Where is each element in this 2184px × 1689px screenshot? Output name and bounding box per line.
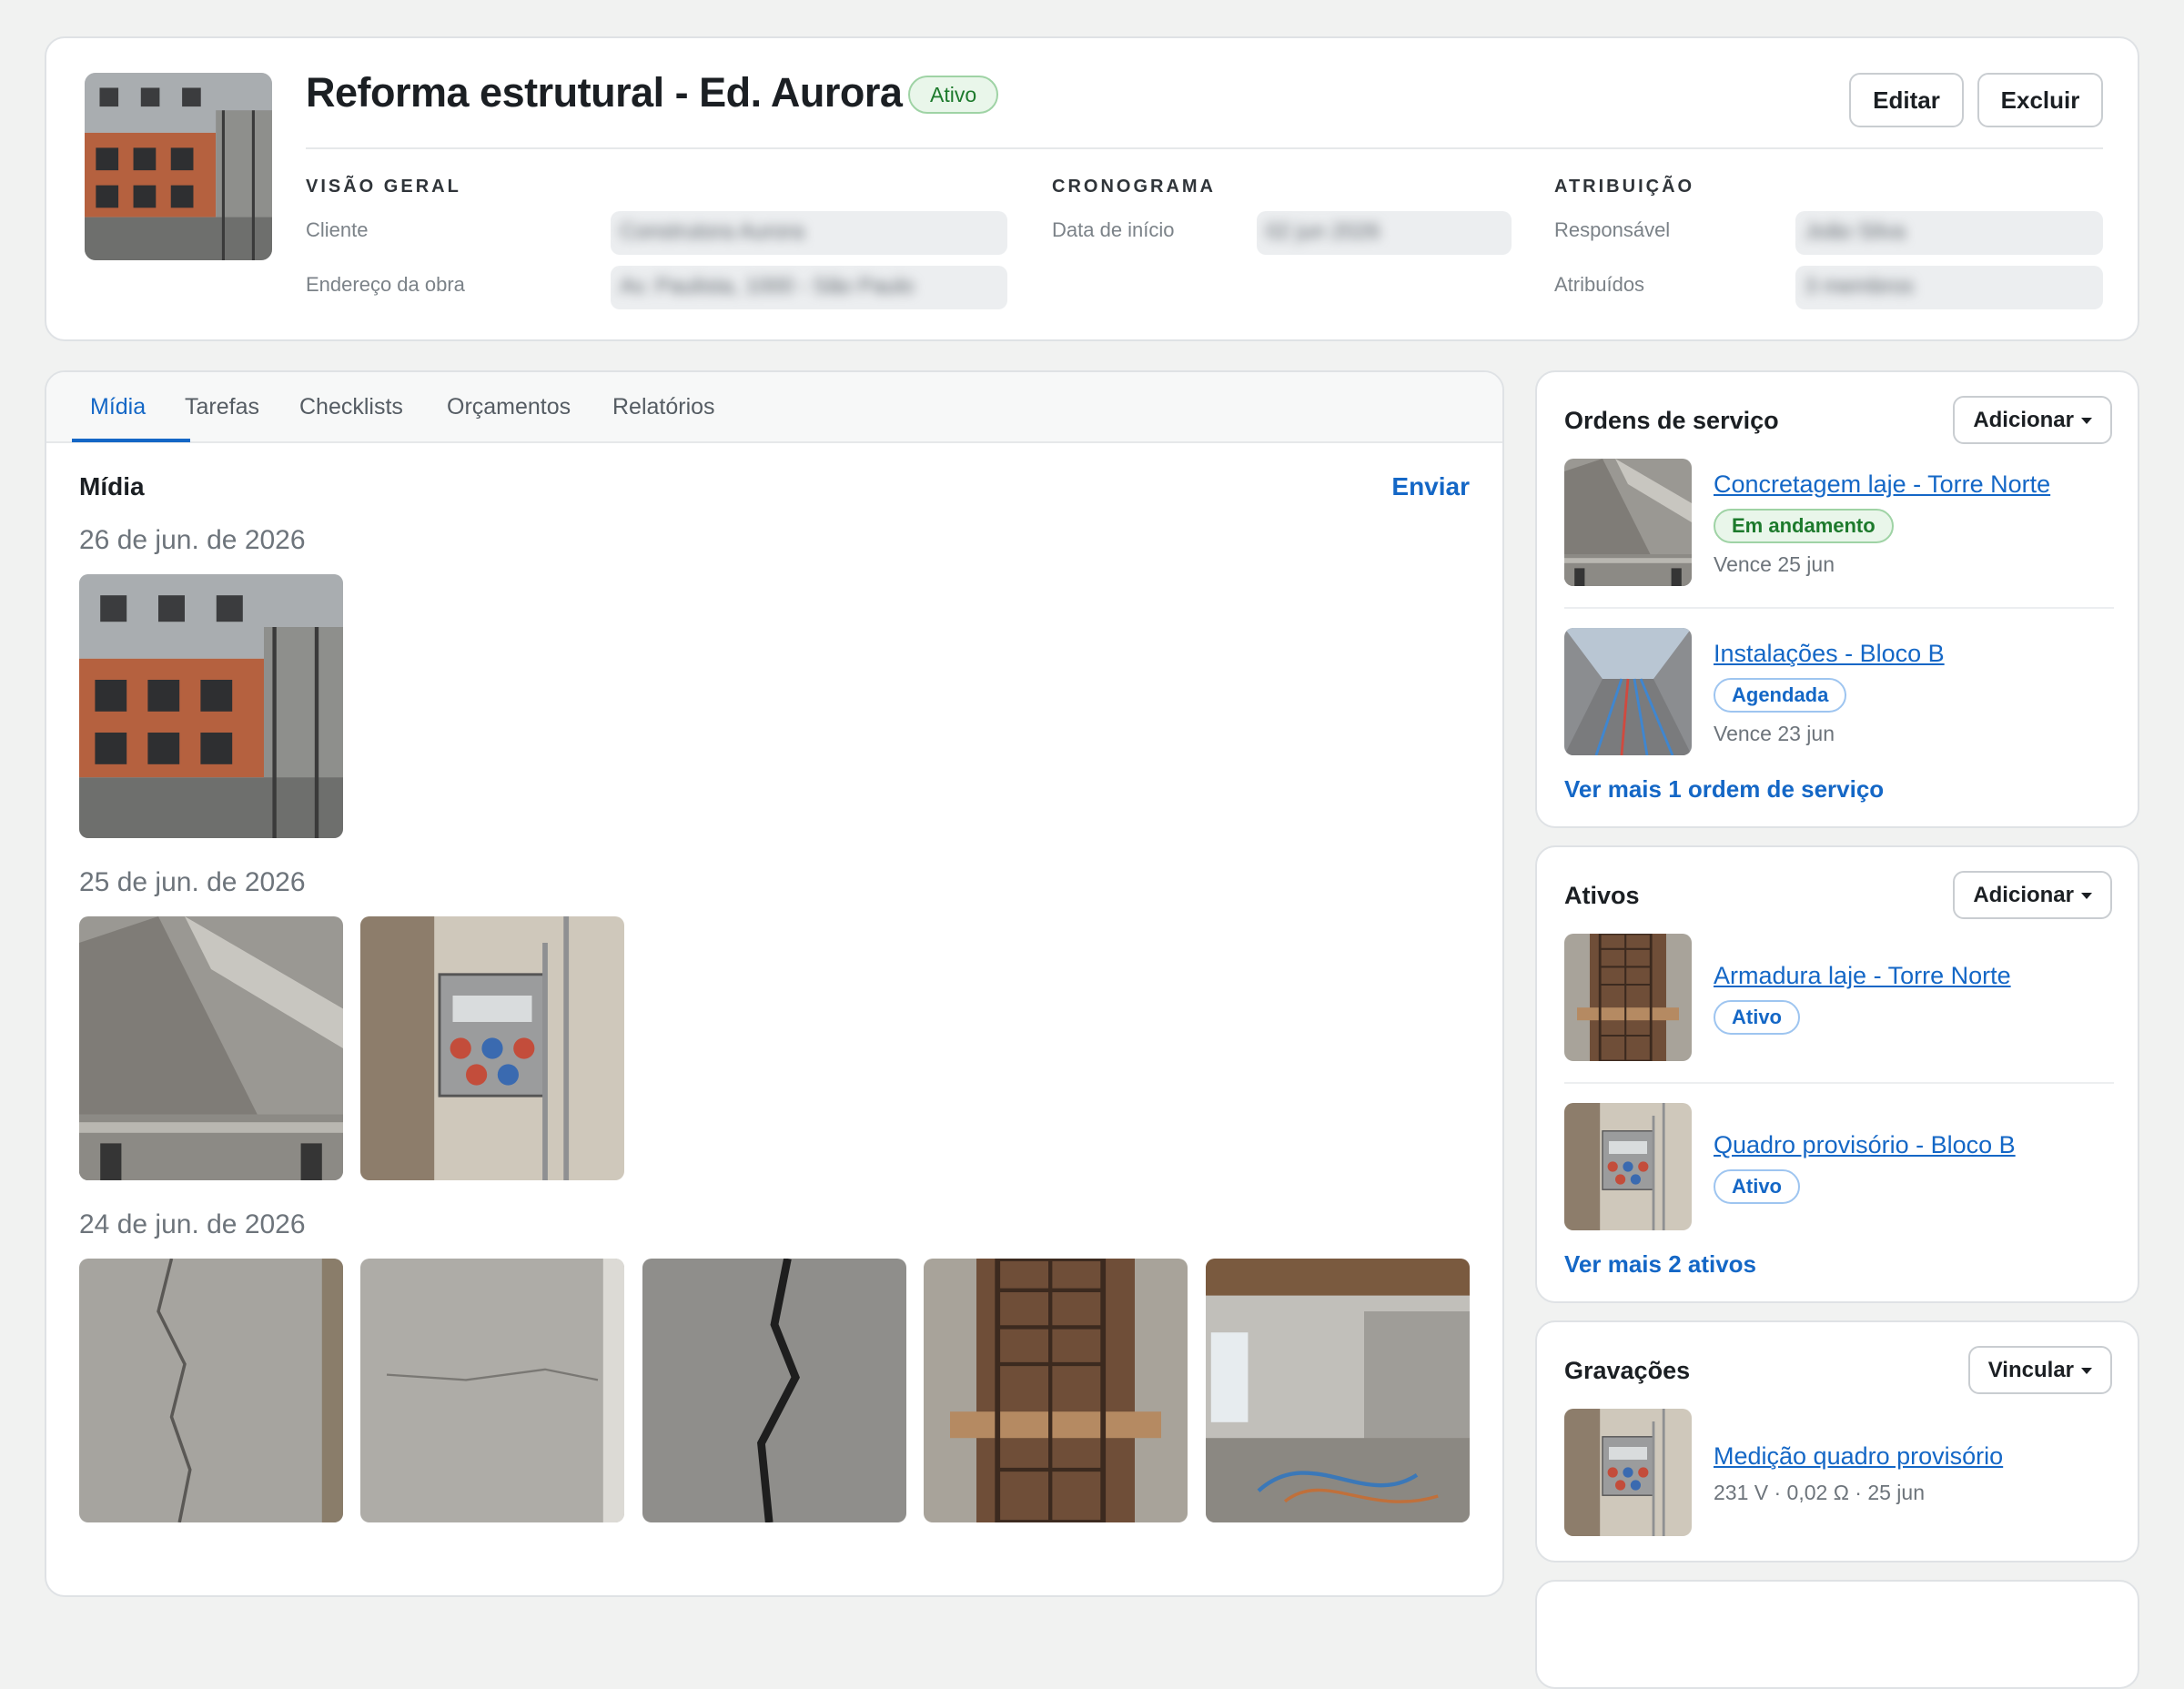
media-photo[interactable] — [360, 916, 624, 1180]
recording-link[interactable]: Medição quadro provisório — [1714, 1442, 2003, 1471]
client-value: Construtora Aurora — [611, 211, 1007, 255]
see-more-assets-link[interactable]: Ver mais 2 ativos — [1564, 1250, 1756, 1279]
upload-link[interactable]: Enviar — [1391, 472, 1470, 501]
recording-meta: 231 V · 0,02 Ω · 25 jun — [1714, 1481, 1925, 1504]
status-badge: Ativo — [1714, 1000, 1800, 1035]
service-order-thumbnail[interactable] — [1564, 628, 1692, 755]
project-thumbnail[interactable] — [85, 73, 272, 260]
see-more-service-orders-link[interactable]: Ver mais 1 ordem de serviço — [1564, 775, 1884, 804]
recordings-card: Gravações Vincular Medição quadro provis… — [1535, 1320, 2139, 1563]
asset-link[interactable]: Armadura laje - Torre Norte — [1714, 962, 2011, 990]
active-tab-indicator — [72, 439, 190, 442]
chevron-down-icon — [2081, 418, 2092, 425]
media-date-heading: 26 de jun. de 2026 — [79, 525, 306, 555]
assignment-heading: ATRIBUIÇÃO — [1554, 177, 1695, 197]
service-order-link[interactable]: Concretagem laje - Torre Norte — [1714, 470, 2050, 499]
overview-heading: VISÃO GERAL — [306, 177, 461, 197]
due-date: Vence 23 jun — [1714, 722, 1835, 745]
client-label: Cliente — [306, 218, 369, 241]
delete-button[interactable]: Excluir — [1977, 73, 2103, 127]
media-photo[interactable] — [79, 1259, 343, 1522]
chevron-down-icon — [2081, 1368, 2092, 1375]
status-badge: Agendada — [1714, 678, 1847, 713]
service-order-link[interactable]: Instalações - Bloco B — [1714, 640, 1945, 668]
assets-title: Ativos — [1564, 882, 1640, 909]
divider — [1564, 1082, 2114, 1084]
media-photo[interactable] — [1206, 1259, 1470, 1522]
media-date-heading: 25 de jun. de 2026 — [79, 867, 306, 897]
service-orders-card: Ordens de serviço Adicionar Concretagem … — [1535, 370, 2139, 828]
media-panel: Mídia Tarefas Checklists Orçamentos Rela… — [45, 370, 1504, 1597]
schedule-heading: CRONOGRAMA — [1052, 177, 1216, 197]
assignees-value: 3 membros — [1795, 266, 2103, 309]
media-photo[interactable] — [79, 916, 343, 1180]
status-badge: Em andamento — [1714, 509, 1894, 543]
asset-thumbnail[interactable] — [1564, 1103, 1692, 1230]
edit-button[interactable]: Editar — [1849, 73, 1964, 127]
asset-link[interactable]: Quadro provisório - Bloco B — [1714, 1131, 2016, 1159]
next-card — [1535, 1580, 2139, 1689]
divider — [306, 147, 2103, 149]
address-value: Av. Paulista, 1000 - São Paulo — [611, 266, 1007, 309]
tab-tarefas[interactable]: Tarefas — [185, 394, 259, 420]
start-date-label: Data de início — [1052, 218, 1175, 241]
project-header-card: Reforma estrutural - Ed. Aurora Ativo Ed… — [45, 36, 2139, 341]
add-service-order-button[interactable]: Adicionar — [1953, 396, 2112, 444]
status-badge: Ativo — [908, 76, 999, 114]
recordings-title: Gravações — [1564, 1357, 1691, 1384]
media-date-heading: 24 de jun. de 2026 — [79, 1209, 306, 1239]
assignees-label: Atribuídos — [1554, 273, 1645, 296]
media-section-title: Mídia — [79, 472, 145, 501]
due-date: Vence 25 jun — [1714, 552, 1835, 576]
assets-card: Ativos Adicionar Armadura laje - Torre N… — [1535, 845, 2139, 1303]
media-photo[interactable] — [642, 1259, 906, 1522]
status-badge: Ativo — [1714, 1169, 1800, 1204]
tab-midia[interactable]: Mídia — [90, 394, 146, 420]
service-order-thumbnail[interactable] — [1564, 459, 1692, 586]
tab-orcamentos[interactable]: Orçamentos — [447, 394, 571, 420]
service-orders-title: Ordens de serviço — [1564, 407, 1779, 434]
owner-label: Responsável — [1554, 218, 1671, 241]
tab-checklists[interactable]: Checklists — [299, 394, 403, 420]
start-date-value: 02 jun 2026 — [1257, 211, 1512, 255]
asset-thumbnail[interactable] — [1564, 934, 1692, 1061]
media-photo[interactable] — [79, 574, 343, 838]
tab-relatorios[interactable]: Relatórios — [612, 394, 715, 420]
link-recording-button[interactable]: Vincular — [1967, 1346, 2112, 1394]
page-title: Reforma estrutural - Ed. Aurora — [306, 69, 903, 116]
owner-value: João Silva — [1795, 211, 2103, 255]
divider — [1564, 607, 2114, 609]
address-label: Endereço da obra — [306, 273, 465, 296]
media-photo[interactable] — [360, 1259, 624, 1522]
media-photo[interactable] — [924, 1259, 1188, 1522]
chevron-down-icon — [2081, 893, 2092, 900]
recording-thumbnail[interactable] — [1564, 1409, 1692, 1536]
tab-bar: Mídia Tarefas Checklists Orçamentos Rela… — [46, 372, 1502, 443]
add-asset-button[interactable]: Adicionar — [1953, 871, 2112, 919]
